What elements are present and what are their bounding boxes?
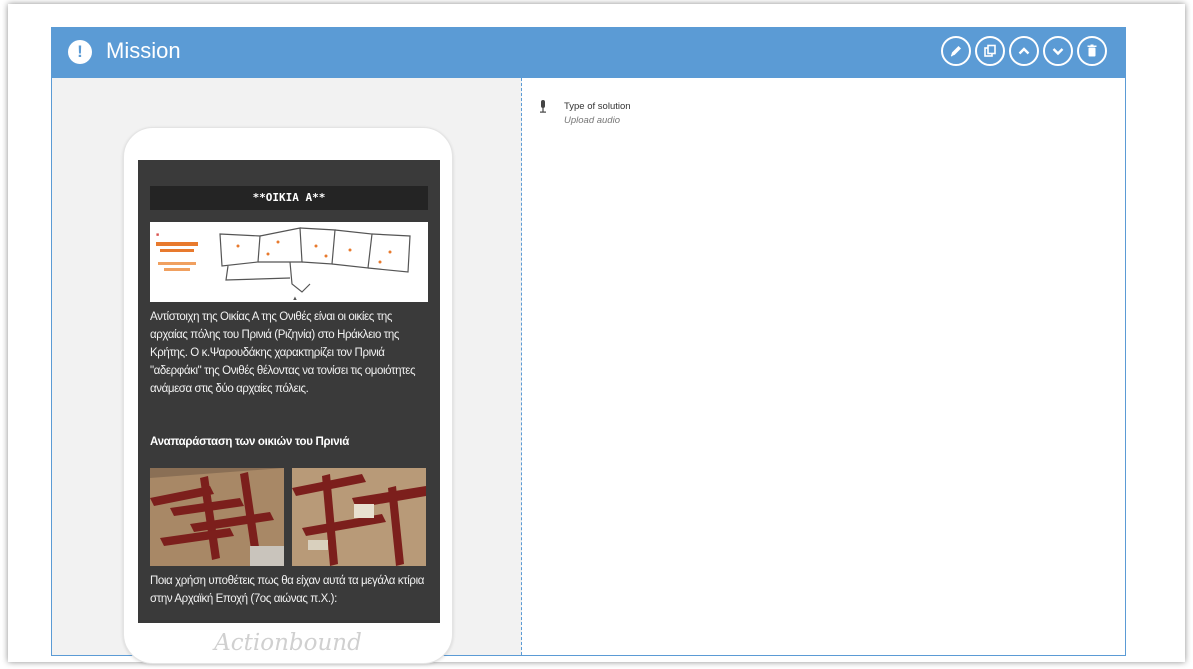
solution-type-label: Type of solution: [564, 101, 631, 112]
phone-preview: **ΟΙΚΙΑ Α** ■ ▲ Αντίστοιχη της Οικίας Α …: [123, 127, 453, 664]
actionbound-logo: Actionbound: [214, 630, 362, 656]
pencil-icon: [950, 46, 961, 57]
microphone-icon: [540, 100, 546, 113]
phone-screen[interactable]: **ΟΙΚΙΑ Α** ■ ▲ Αντίστοιχη της Οικίας Α …: [138, 160, 440, 623]
delete-button[interactable]: [1077, 36, 1107, 66]
toolbar: [941, 36, 1107, 66]
question-text: Ποια χρήση υποθέτεις πως θα είχαν αυτά τ…: [150, 575, 424, 605]
svg-text:▲: ▲: [292, 296, 298, 302]
section-heading: **ΟΙΚΙΑ Α**: [150, 186, 428, 210]
reconstruction-heading: Αναπαράσταση των οικιών του Πρινιά: [150, 436, 349, 448]
mission-header: ! Mission: [52, 28, 1125, 78]
trash-icon: [1087, 44, 1097, 57]
exclamation-icon: !: [68, 40, 92, 64]
chevron-up-icon: [1018, 47, 1030, 55]
solution-type-value: Upload audio: [564, 115, 620, 126]
chevron-down-icon: [1052, 48, 1064, 56]
edit-button[interactable]: [941, 36, 971, 66]
move-up-button[interactable]: [1009, 36, 1039, 66]
floor-plan-image: ■ ▲: [150, 222, 428, 302]
solution-column: Type of solution Upload audio: [522, 78, 1125, 655]
duplicate-button[interactable]: [975, 36, 1005, 66]
preview-column: **ΟΙΚΙΑ Α** ■ ▲ Αντίστοιχη της Οικίας Α …: [52, 78, 522, 664]
copy-icon: [984, 44, 996, 57]
reconstruction-photo-left: [150, 468, 284, 566]
mission-title: Mission: [106, 38, 181, 63]
reconstruction-photo-right: [292, 468, 426, 566]
description-paragraph: Αντίστοιχη της Οικίας Α της Ονιθές είναι…: [150, 311, 416, 395]
mission-panel: ! Mission **ΟΙΚΙΑ Α** ■ ▲ Αντίστοιχη της…: [51, 27, 1126, 664]
svg-text:■: ■: [156, 232, 159, 238]
move-down-button[interactable]: [1043, 36, 1073, 66]
